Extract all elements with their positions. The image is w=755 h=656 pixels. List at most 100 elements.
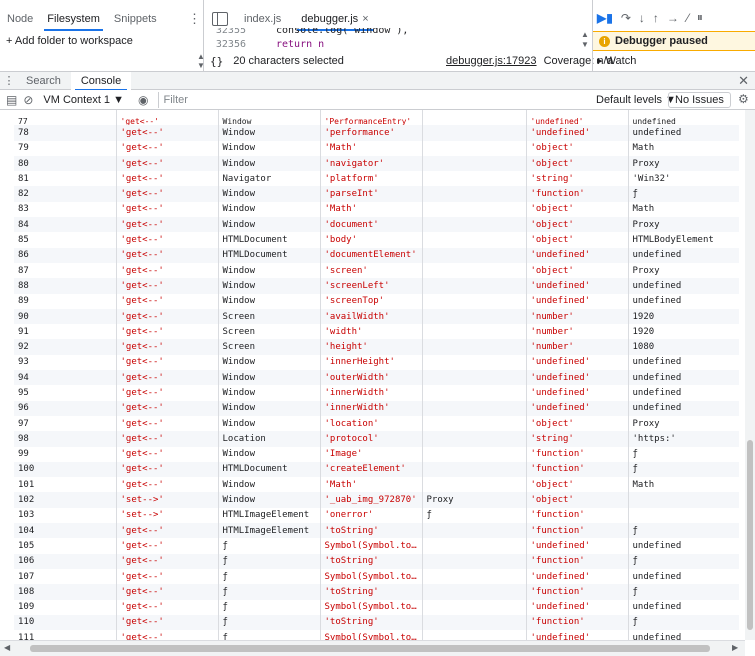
table-row[interactable]: 85'get<--' HTMLDocument'body' 'object' HTML… xyxy=(14,232,739,248)
table-row[interactable]: 98'get<--' Location'protocol' 'string''htt… xyxy=(14,431,739,447)
scrollbar-thumb[interactable] xyxy=(747,440,753,630)
cell-type: 'undefined' xyxy=(526,278,629,294)
table-row[interactable]: 82'get<--' Window'parseInt' 'function' ƒ xyxy=(14,186,739,202)
table-row[interactable]: 107'get<--'ƒSymbol(Symbol.toPrimitive) 'u… xyxy=(14,568,739,585)
table-row[interactable]: 111'get<--'ƒSymbol(Symbol.toPrimitive) 'u… xyxy=(14,630,739,640)
deactivate-breakpoints-icon[interactable]: ⁄ xyxy=(687,11,689,25)
table-row[interactable]: 86'get<--' HTMLDocument'documentElement' '… xyxy=(14,247,739,263)
pause-exceptions-icon[interactable]: ⏸ xyxy=(697,10,703,25)
table-row[interactable]: 93'get<--' Window'innerHeight' 'undefined'… xyxy=(14,354,739,371)
cell-value xyxy=(422,553,527,569)
scroll-right-icon[interactable]: ▶ xyxy=(732,643,738,652)
table-row[interactable]: 110'get<--' ƒ'toString''function' ƒ xyxy=(14,614,739,631)
sidebar-icon[interactable]: ▤ xyxy=(6,93,17,107)
cell-result: ƒ xyxy=(632,449,638,460)
table-row[interactable]: 101'get<--' Window 'Math' 'object' Math xyxy=(14,477,739,493)
kebab-icon[interactable]: ⋮ xyxy=(2,74,16,87)
editor-scroll-arrows[interactable]: ▲ ▼ xyxy=(197,52,205,70)
close-icon[interactable]: × xyxy=(362,13,368,25)
watch-section[interactable]: ▸ Watch xyxy=(597,54,636,67)
table-row[interactable]: 99'get<--' Window 'Image' 'function' ƒ xyxy=(14,446,739,462)
levels-dropdown[interactable]: Default levels ▼ xyxy=(596,92,676,108)
table-row[interactable]: 100'get<--' HTMLDocument'createElement' 'f… xyxy=(14,461,739,478)
table-row[interactable]: 90'get<--' Screen'availWidth' 'number' 1920 xyxy=(14,308,739,325)
console-table[interactable]: 77 'get<--' Window 'PerformanceEntry' 'u… xyxy=(0,110,745,640)
cell-op: 'set-->' xyxy=(116,507,219,524)
editor-scroll-arrows[interactable]: ▲ ▼ xyxy=(581,30,589,50)
step-out-icon[interactable]: ↑ xyxy=(653,11,659,25)
table-row[interactable]: 81'get<--' Navigator'platform' 'string' 'Wi… xyxy=(14,171,739,187)
context-select[interactable]: VM Context 1 ▼ xyxy=(43,94,124,106)
cell-value xyxy=(422,293,527,309)
tab-snippets[interactable]: Snippets xyxy=(107,8,164,30)
tab-index-js[interactable]: index.js xyxy=(234,8,291,30)
step-over-icon[interactable]: ↷ xyxy=(621,11,631,25)
table-row[interactable]: 109'get<--'ƒSymbol(Symbol.toPrimitive) 'u… xyxy=(14,599,739,615)
filter-input[interactable]: Filter xyxy=(158,91,578,108)
clear-icon[interactable]: ⊘ xyxy=(23,93,33,107)
add-folder-button[interactable]: + Add folder to workspace xyxy=(6,35,133,47)
close-icon[interactable]: ✕ xyxy=(738,72,749,90)
table-row[interactable]: 95'get<--' Window'innerWidth' 'undefined' u… xyxy=(14,385,739,401)
table-row[interactable]: 80'get<--' Window'navigator' 'object' Proxy xyxy=(14,155,739,172)
table-row[interactable]: 87'get<--' Window'screen' 'object' Proxy xyxy=(14,262,739,279)
panel-toggle-icon[interactable] xyxy=(212,12,228,26)
issues-button[interactable]: No Issues xyxy=(668,92,731,108)
cell-key: Symbol(Symbol.toPrimitive) xyxy=(320,599,423,615)
cell-value xyxy=(422,262,527,279)
file-location-link[interactable]: debugger.js:17923 xyxy=(446,55,537,67)
table-row[interactable]: 96'get<--' Window'innerWidth' 'undefined' u… xyxy=(14,400,739,416)
table-row[interactable]: 92'get<--' Screen'height' 'number' 1080 xyxy=(14,339,739,355)
vertical-scrollbar[interactable] xyxy=(745,110,755,640)
tab-search[interactable]: Search xyxy=(16,72,71,90)
table-row[interactable]: 84'get<--' Window'document' 'object' Proxy xyxy=(14,217,739,233)
table-row[interactable]: 103'set-->' HTMLImageElement'onerror' ƒ'fu… xyxy=(14,507,739,524)
cell-result: undefined xyxy=(632,296,682,307)
code-line: console.log( window ), xyxy=(276,28,409,36)
table-row[interactable]: 102'set-->' Window '_uab_img_972870' Proxy '… xyxy=(14,492,739,508)
table-row[interactable]: 106'get<--' ƒ'toString''function' ƒ xyxy=(14,553,739,569)
table-row[interactable]: 79'get<--' Window 'Math' 'object' Math xyxy=(14,140,739,156)
cell-index: 79 xyxy=(14,140,117,156)
step-icon[interactable]: → xyxy=(667,11,679,25)
table-row[interactable]: 104'get<--' HTMLImageElement'toString' 'fu… xyxy=(14,523,739,539)
table-row[interactable]: 97'get<--' Window'location' 'object' Proxy xyxy=(14,415,739,432)
cell-op: 'get<--' xyxy=(116,262,219,279)
cell-object: Window xyxy=(218,400,321,416)
tab-node[interactable]: Node xyxy=(0,8,40,30)
cell-type: 'object' xyxy=(526,140,629,156)
table-row[interactable]: 78'get<--' Window'performance' 'undefined'… xyxy=(14,125,739,141)
cell-op: 'get<--' xyxy=(116,415,219,432)
kebab-icon[interactable]: ⋮ xyxy=(188,10,201,28)
cell-type: 'function' xyxy=(526,614,629,631)
gear-icon[interactable]: ⚙ xyxy=(738,92,749,106)
cell-type: 'function' xyxy=(526,461,629,478)
table-row: 77 'get<--' Window 'PerformanceEntry' 'u… xyxy=(14,110,739,126)
step-into-icon[interactable]: ↓ xyxy=(639,11,645,25)
line-number: 32356 xyxy=(215,39,246,50)
horizontal-scrollbar[interactable]: ◀ ▶ xyxy=(0,640,745,656)
resume-icon[interactable]: ▶▮ xyxy=(597,11,613,25)
tab-console[interactable]: Console xyxy=(70,71,132,91)
table-row[interactable]: 108'get<--' ƒ'toString''function' ƒ xyxy=(14,584,739,600)
table-row[interactable]: 89'get<--' Window'screenTop' 'undefined' un… xyxy=(14,293,739,309)
eye-icon[interactable]: ◉ xyxy=(138,93,148,107)
table-row[interactable]: 91'get<--' Screen'width' 'number' 1920 xyxy=(14,324,739,340)
drawer-tabs: ⋮ Search Console ✕ xyxy=(0,71,755,91)
paused-text: Debugger paused xyxy=(615,35,708,47)
cell-op: 'get<--' xyxy=(116,614,219,631)
tab-debugger-js[interactable]: debugger.js × xyxy=(291,8,378,31)
cell-object: ƒ xyxy=(218,568,321,585)
cell-result xyxy=(628,492,739,508)
tab-filesystem[interactable]: Filesystem xyxy=(40,8,107,31)
table-row[interactable]: 88'get<--' Window'screenLeft' 'undefined' u… xyxy=(14,278,739,294)
braces-icon[interactable]: {} xyxy=(210,55,223,68)
code-editor[interactable]: 32355 console.log( window ), 32356 return … xyxy=(210,28,409,50)
cell-op: 'get<--' xyxy=(116,523,219,539)
table-row[interactable]: 83'get<--' Window 'Math' 'object' Math xyxy=(14,201,739,218)
scroll-left-icon[interactable]: ◀ xyxy=(4,643,10,652)
cell-value xyxy=(422,278,527,294)
table-row[interactable]: 94'get<--' Window'outerWidth' 'undefined' u… xyxy=(14,370,739,386)
table-row[interactable]: 105'get<--'ƒSymbol(Symbol.toPrimitive) 'u… xyxy=(14,538,739,554)
scrollbar-thumb[interactable] xyxy=(30,645,710,652)
